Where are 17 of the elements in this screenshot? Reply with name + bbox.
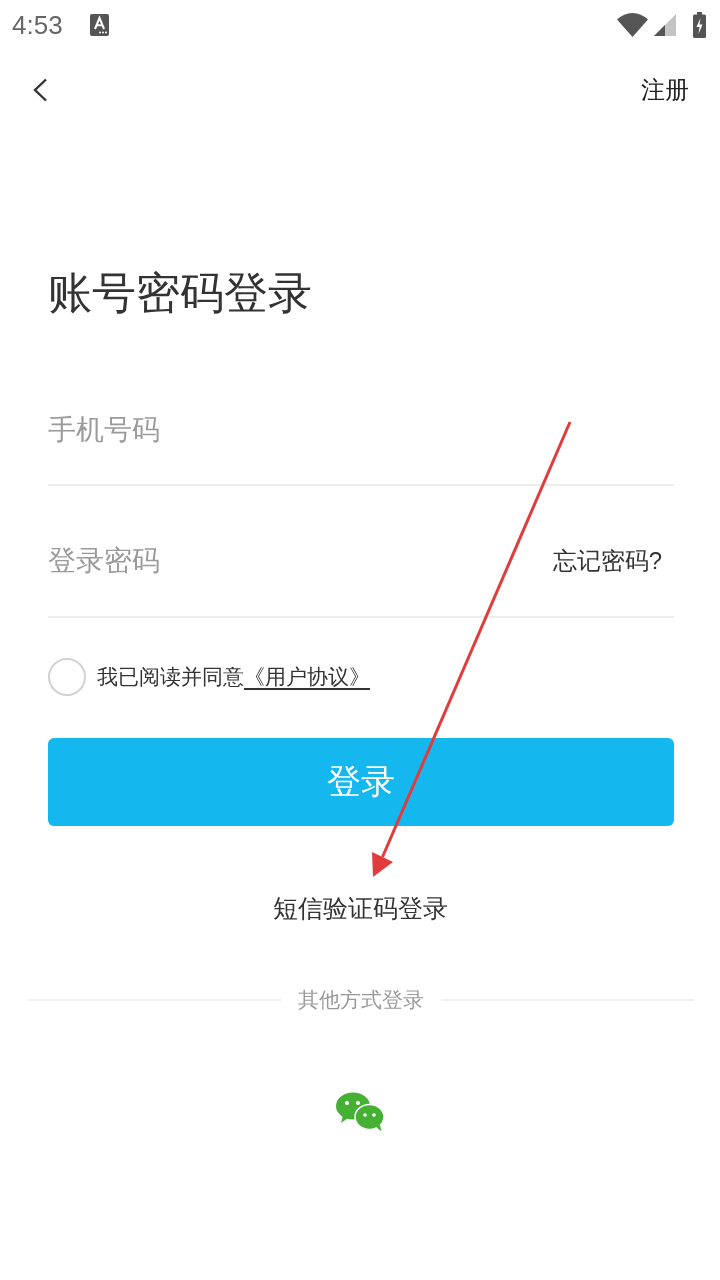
agreement-checkbox[interactable] — [48, 658, 86, 696]
register-link[interactable]: 注册 — [641, 74, 689, 106]
notification-icon — [89, 14, 109, 36]
other-login-label: 其他方式登录 — [298, 987, 424, 1013]
agreement-text: 我已阅读并同意《用户协议》 — [97, 664, 370, 690]
back-icon[interactable] — [32, 78, 48, 102]
forgot-password-link[interactable]: 忘记密码? — [552, 545, 662, 577]
chat-bubbles-icon[interactable] — [335, 1092, 385, 1132]
phone-field[interactable]: 手机号码 — [48, 408, 674, 451]
status-time: 4:53 — [12, 10, 63, 40]
sms-login-link[interactable]: 短信验证码登录 — [272, 890, 448, 926]
password-field[interactable]: 登录密码 — [48, 540, 553, 582]
signal-icon — [654, 14, 676, 36]
user-agreement-link[interactable]: 《用户协议》 — [244, 665, 370, 688]
wifi-icon — [617, 13, 648, 37]
page-title: 账号密码登录 — [48, 267, 313, 319]
battery-charging-icon — [693, 12, 706, 38]
